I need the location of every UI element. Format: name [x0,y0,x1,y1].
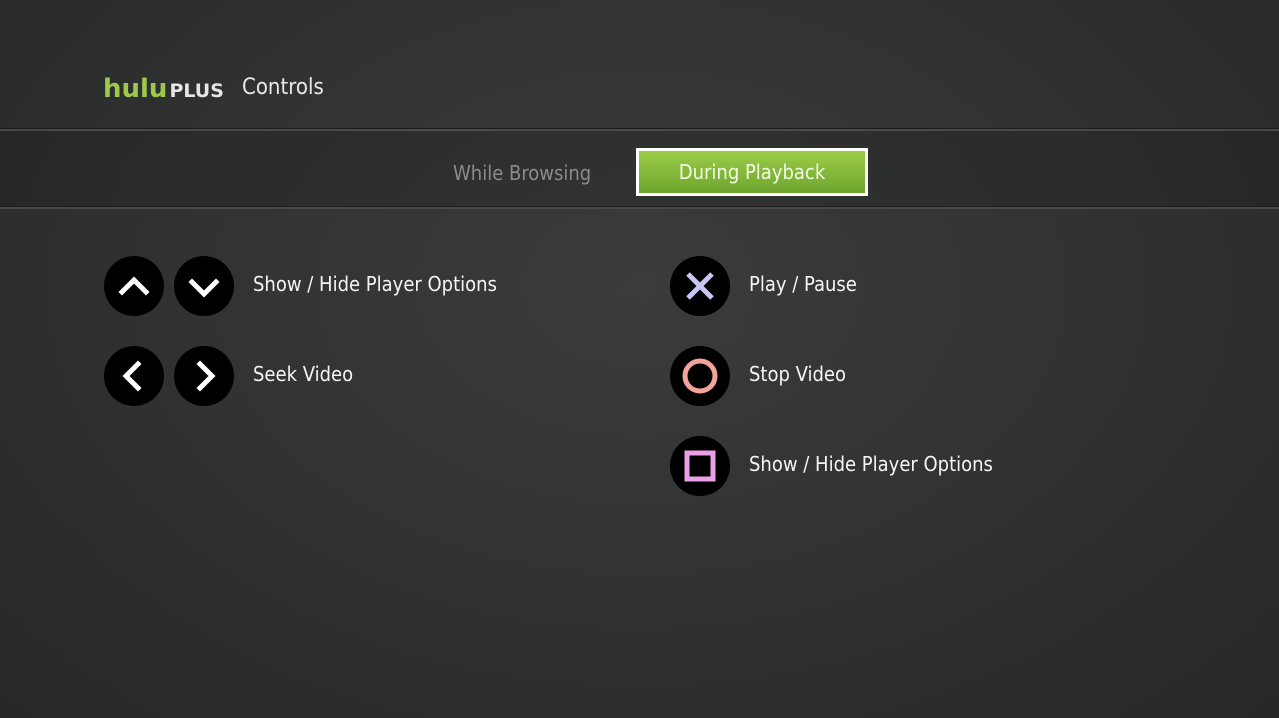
control-label: Stop Video [749,362,846,386]
tab-while-browsing[interactable]: While Browsing [453,161,591,185]
circle-button-icon [670,346,730,406]
arrow-up-icon [104,256,164,316]
arrow-right-icon [174,346,234,406]
control-label: Play / Pause [749,272,857,296]
control-label: Seek Video [253,362,354,386]
cross-button-icon [670,256,730,316]
logo-plus: PLUS [169,80,224,102]
divider-bottom [0,206,1279,209]
arrow-down-icon [174,256,234,316]
control-label: Show / Hide Player Options [253,272,497,296]
arrow-left-icon [104,346,164,406]
square-button-icon [670,436,730,496]
tab-during-playback[interactable]: During Playback [636,148,868,196]
control-label: Show / Hide Player Options [749,452,993,476]
logo-hulu: hulu [103,74,168,104]
page-title: Controls [242,75,324,100]
hulu-plus-logo: hulu PLUS [103,74,224,104]
